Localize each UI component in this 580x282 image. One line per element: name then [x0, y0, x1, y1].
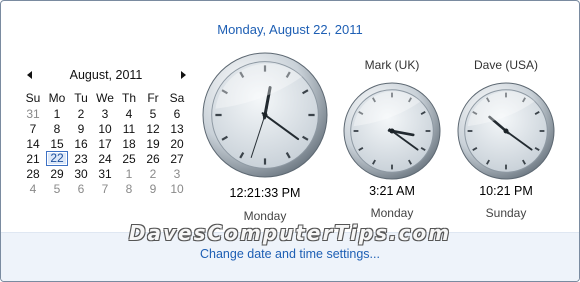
calendar-day[interactable]: 24	[93, 151, 117, 166]
today-highlight: 22	[46, 151, 68, 166]
change-date-time-settings-link[interactable]: Change date and time settings...	[1, 247, 579, 261]
uk-clock-name: Mark (UK)	[364, 58, 420, 72]
clock-center-pin	[262, 112, 268, 118]
calendar-day[interactable]: 9	[141, 181, 165, 196]
calendar-day[interactable]: 31	[21, 106, 45, 121]
calendar-week-row: 14 15 16 17 18 19 20	[21, 136, 189, 151]
watermark: DavesComputerTips.com	[128, 221, 452, 245]
calendar-day[interactable]: 21	[21, 151, 45, 166]
calendar: August, 2011 Su Mo Tu We Th Fr Sa 31 1 2 3 4 5 6 7 8 9 1…	[21, 67, 193, 196]
weekday-label: Tu	[74, 91, 88, 105]
calendar-day[interactable]: 2	[69, 106, 93, 121]
uk-clock-time: 3:21 AM	[369, 184, 415, 198]
calendar-day[interactable]: 4	[117, 106, 141, 121]
weekday-label: Mo	[48, 91, 66, 105]
calendar-week-row: 31 1 2 3 4 5 6	[21, 106, 189, 121]
weekday-label: Sa	[169, 91, 185, 105]
clock-center-pin	[389, 128, 395, 134]
calendar-week-row: 4 5 6 7 8 9 10	[21, 181, 189, 196]
calendar-week-row: 7 8 9 10 11 12 13	[21, 121, 189, 136]
calendar-day[interactable]: 1	[117, 166, 141, 181]
calendar-day-today[interactable]: 22	[45, 151, 69, 166]
calendar-day[interactable]: 23	[69, 151, 93, 166]
calendar-day[interactable]: 20	[165, 136, 189, 151]
calendar-day[interactable]: 27	[165, 151, 189, 166]
calendar-day[interactable]: 7	[21, 121, 45, 136]
previous-month-arrow-icon[interactable]	[24, 69, 36, 81]
weekday-label: Th	[121, 91, 136, 105]
calendar-day[interactable]: 19	[141, 136, 165, 151]
full-date-heading[interactable]: Monday, August 22, 2011	[1, 22, 579, 37]
calendar-header: August, 2011	[21, 67, 193, 85]
calendar-day[interactable]: 15	[45, 136, 69, 151]
calendar-day[interactable]: 4	[21, 181, 45, 196]
date-time-flyout: Monday, August 22, 2011 August, 2011 Su M…	[0, 0, 580, 282]
calendar-day[interactable]: 17	[93, 136, 117, 151]
clock-center-pin	[503, 128, 509, 134]
calendar-day[interactable]: 18	[117, 136, 141, 151]
weekday-label: We	[96, 91, 114, 105]
calendar-day[interactable]: 26	[141, 151, 165, 166]
calendar-day[interactable]: 16	[69, 136, 93, 151]
next-month-arrow-icon[interactable]	[177, 69, 189, 81]
uk-clock-day: Monday	[370, 206, 414, 220]
footer-bar: DavesComputerTips.com Change date and ti…	[1, 221, 579, 281]
calendar-day[interactable]: 12	[141, 121, 165, 136]
calendar-day[interactable]: 8	[45, 121, 69, 136]
calendar-grid: Su Mo Tu We Th Fr Sa 31 1 2 3 4 5 6 7 8 9 10 11 12 13 14 15 16…	[21, 90, 189, 196]
calendar-week-row: 28 29 30 31 1 2 3	[21, 166, 189, 181]
calendar-day[interactable]: 6	[165, 106, 189, 121]
local-clock: 12:21:33 PM Monday	[198, 51, 332, 226]
calendar-day[interactable]: 3	[93, 106, 117, 121]
calendar-day[interactable]: 30	[69, 166, 93, 181]
calendar-day[interactable]: 5	[141, 106, 165, 121]
calendar-day[interactable]: 31	[93, 166, 117, 181]
local-clock-time: 12:21:33 PM	[229, 186, 301, 200]
calendar-week-row: 21 22 23 24 25 26 27	[21, 151, 189, 166]
calendar-month-title[interactable]: August, 2011	[51, 68, 161, 82]
calendar-day[interactable]: 1	[45, 106, 69, 121]
weekday-header-row: Su Mo Tu We Th Fr Sa	[21, 90, 189, 106]
uk-clock: Mark (UK) 3:21 AM Monday	[337, 56, 447, 226]
weekday-label: Fr	[147, 91, 159, 105]
usa-clock: Dave (USA) 10:21 PM Sunday	[451, 56, 561, 226]
calendar-day[interactable]: 2	[141, 166, 165, 181]
uk-clock-face	[343, 82, 441, 180]
local-clock-face	[202, 52, 328, 178]
calendar-day[interactable]: 10	[165, 181, 189, 196]
calendar-day[interactable]: 13	[165, 121, 189, 136]
calendar-day[interactable]: 25	[117, 151, 141, 166]
weekday-label: Su	[25, 91, 41, 105]
usa-clock-day: Sunday	[485, 206, 527, 220]
calendar-day[interactable]: 5	[45, 181, 69, 196]
calendar-day[interactable]: 10	[93, 121, 117, 136]
calendar-day[interactable]: 28	[21, 166, 45, 181]
calendar-day[interactable]: 29	[45, 166, 69, 181]
usa-clock-name: Dave (USA)	[473, 58, 538, 72]
calendar-day[interactable]: 7	[93, 181, 117, 196]
calendar-day[interactable]: 8	[117, 181, 141, 196]
calendar-day[interactable]: 14	[21, 136, 45, 151]
usa-clock-face	[457, 82, 555, 180]
usa-clock-time: 10:21 PM	[479, 184, 533, 198]
calendar-day[interactable]: 3	[165, 166, 189, 181]
calendar-day[interactable]: 11	[117, 121, 141, 136]
calendar-day[interactable]: 6	[69, 181, 93, 196]
calendar-day[interactable]: 9	[69, 121, 93, 136]
